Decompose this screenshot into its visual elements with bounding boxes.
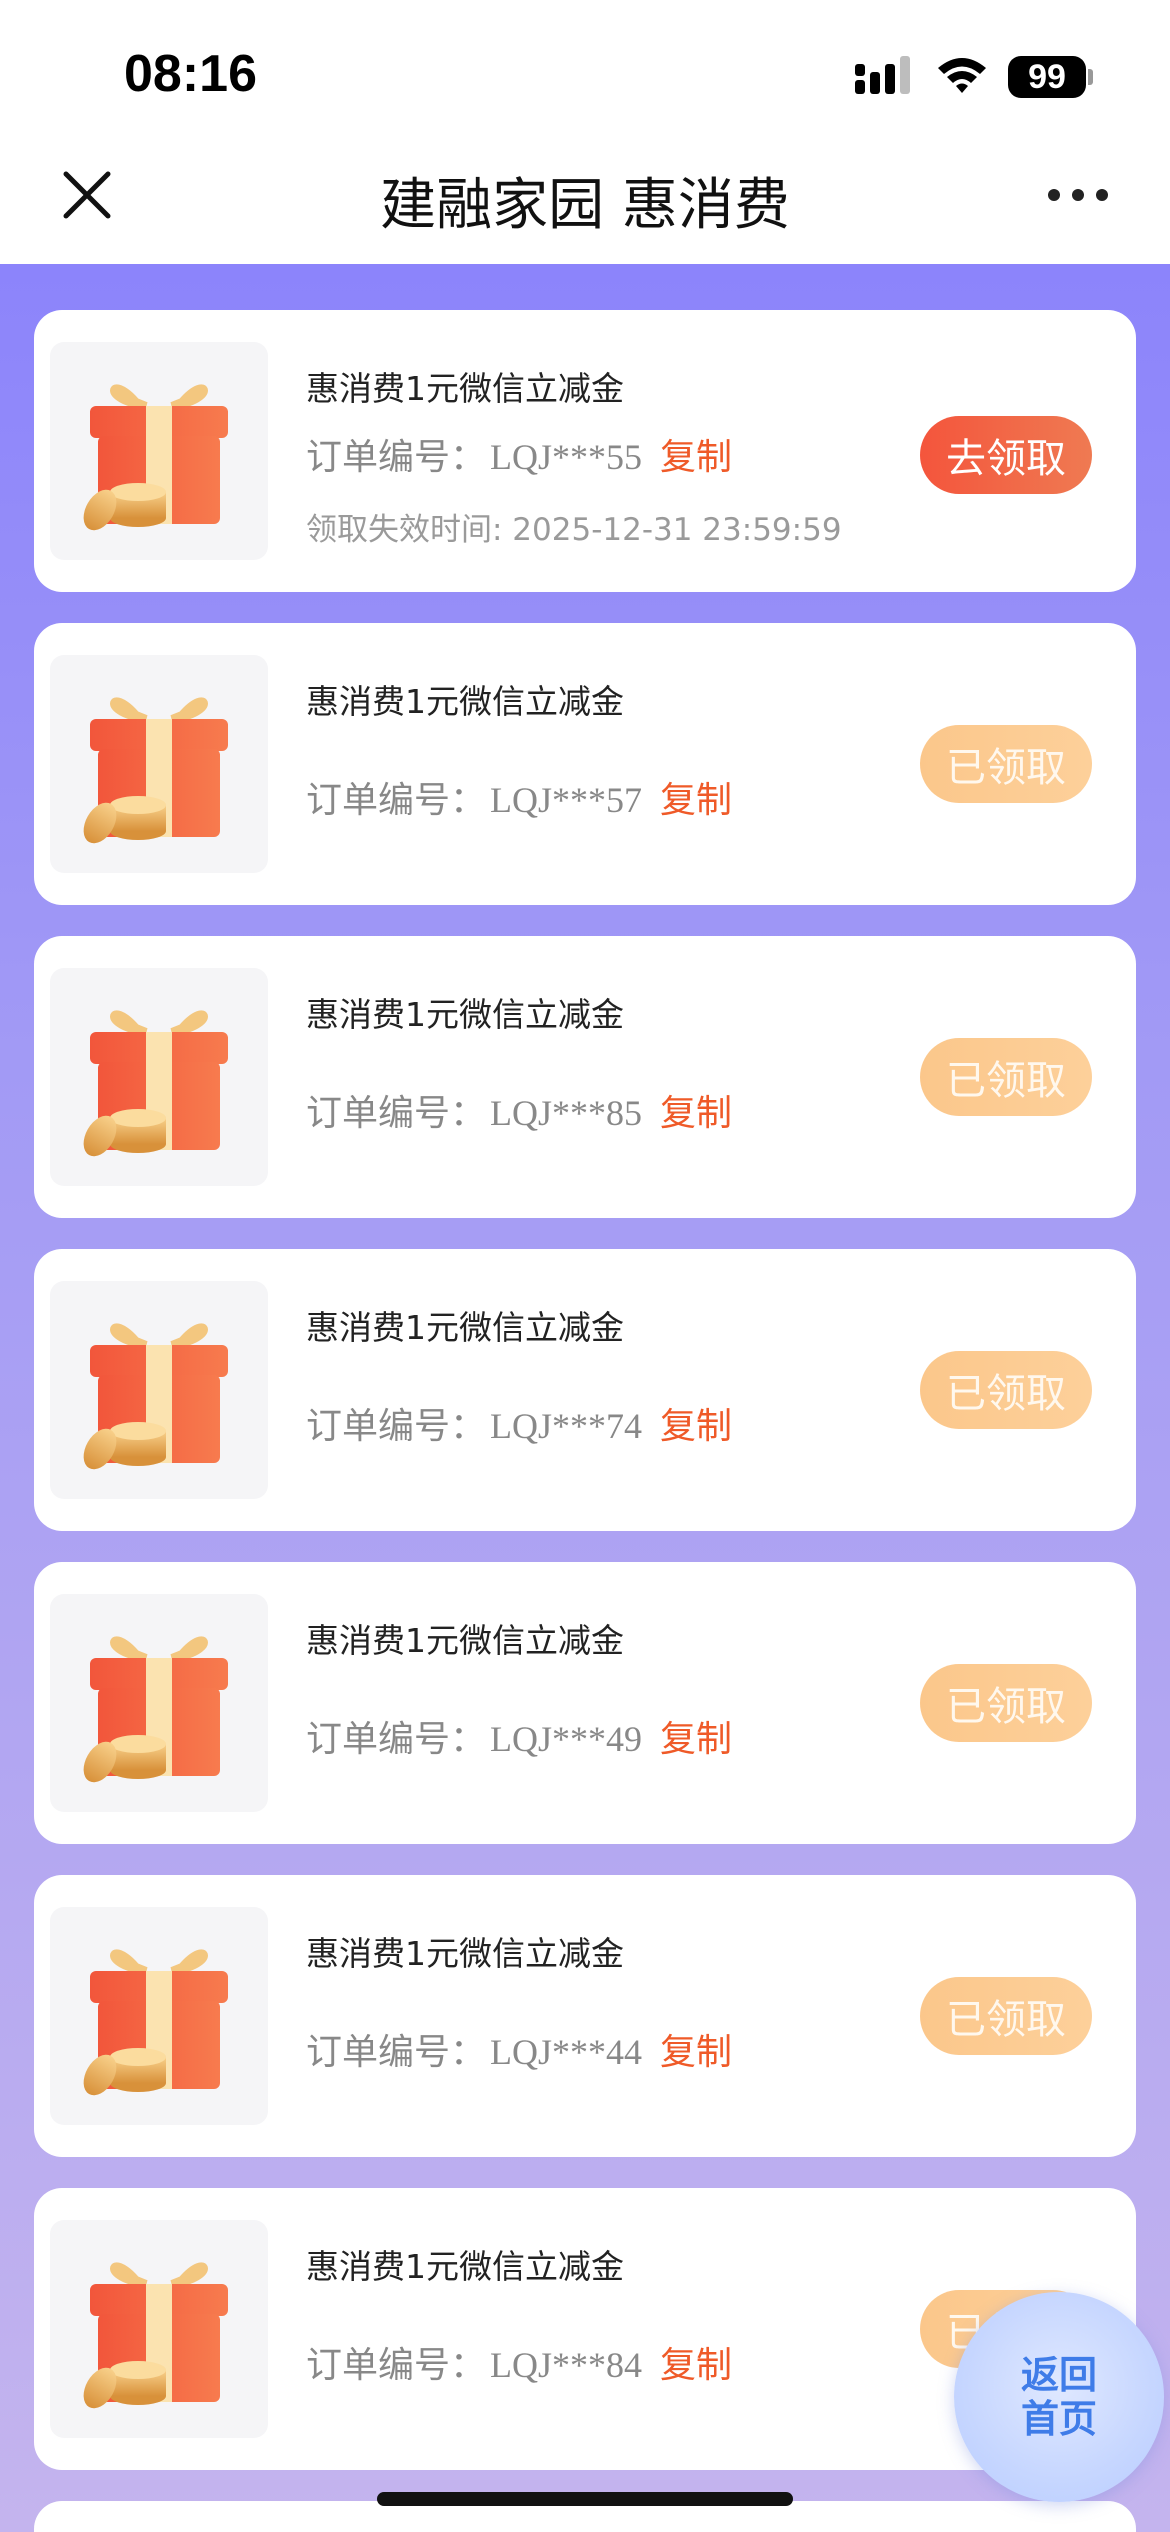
order-number-row: 订单编号： LQJ***85 复制 (306, 1084, 732, 1136)
coupon-title: 惠消费1元微信立减金 (306, 369, 624, 408)
order-number-label: 订单编号： (306, 437, 487, 478)
order-number-row: 订单编号： LQJ***49 复制 (306, 1710, 732, 1762)
coupon-card: 惠消费1元微信立减金 订单编号： LQJ***57 复制 已领取 (34, 623, 1136, 905)
back-home-line2: 首页 (1020, 2397, 1097, 2441)
order-number-row: 订单编号： LQJ***57 复制 (306, 771, 732, 823)
back-home-line1: 返回 (1020, 2353, 1097, 2397)
copy-order-button[interactable]: 复制 (660, 437, 732, 478)
copy-order-button[interactable]: 复制 (660, 1406, 732, 1447)
status-time: 08:16 (124, 45, 257, 103)
claimed-button[interactable]: 已领取 (920, 1664, 1092, 1742)
coupon-title: 惠消费1元微信立减金 (306, 1621, 624, 1660)
gift-coins-icon (50, 342, 268, 560)
order-number-label: 订单编号： (306, 2032, 487, 2073)
claim-button[interactable]: 去领取 (920, 416, 1092, 494)
expire-time: 领取失效时间: 2025-12-31 23:59:59 (306, 512, 842, 548)
order-number-row: 订单编号： LQJ***55 复制 (306, 428, 732, 480)
order-number-value: LQJ***49 (490, 1719, 643, 1759)
coupon-title: 惠消费1元微信立减金 (306, 1308, 624, 1347)
claimed-button[interactable]: 已领取 (920, 1977, 1092, 2055)
status-bar: 08:16 99 (0, 0, 1170, 140)
order-number-value: LQJ***85 (490, 1093, 643, 1133)
gift-coins-icon (50, 2220, 268, 2438)
order-number-row: 订单编号： LQJ***84 复制 (306, 2336, 732, 2388)
gift-coins-icon (50, 655, 268, 873)
order-number-label: 订单编号： (306, 1406, 487, 1447)
gift-coins-icon (50, 1907, 268, 2125)
copy-order-button[interactable]: 复制 (660, 1093, 732, 1134)
back-home-button[interactable]: 返回 首页 (954, 2292, 1164, 2502)
order-number-value: LQJ***44 (490, 2032, 643, 2072)
gift-coins-icon (50, 1281, 268, 1499)
coupon-card: 惠消费1元微信立减金 订单编号： LQJ***49 复制 已领取 (34, 1562, 1136, 1844)
order-number-label: 订单编号： (306, 2345, 487, 2386)
order-number-value: LQJ***84 (490, 2345, 643, 2385)
order-number-row: 订单编号： LQJ***74 复制 (306, 1397, 732, 1449)
order-number-value: LQJ***57 (490, 780, 643, 820)
battery-indicator: 99 (1008, 56, 1086, 98)
coupon-title: 惠消费1元微信立减金 (306, 2247, 624, 2286)
home-indicator (377, 2492, 793, 2506)
gift-coins-icon (50, 1594, 268, 1812)
coupon-card: 惠消费1元微信立减金 订单编号： LQJ***44 复制 已领取 (34, 1875, 1136, 2157)
order-number-label: 订单编号： (306, 1093, 487, 1134)
more-icon[interactable] (1048, 180, 1108, 210)
order-number-label: 订单编号： (306, 1719, 487, 1760)
copy-order-button[interactable]: 复制 (660, 2345, 732, 2386)
coupon-title: 惠消费1元微信立减金 (306, 995, 624, 1034)
claimed-button[interactable]: 已领取 (920, 1351, 1092, 1429)
coupon-card: 惠消费1元微信立减金 订单编号： LQJ***74 复制 已领取 (34, 1249, 1136, 1531)
claimed-button[interactable]: 已领取 (920, 1038, 1092, 1116)
order-number-label: 订单编号： (306, 780, 487, 821)
gift-coins-icon (50, 968, 268, 1186)
coupon-title: 惠消费1元微信立减金 (306, 1934, 624, 1973)
page-title: 建融家园 惠消费 (380, 173, 790, 238)
copy-order-button[interactable]: 复制 (660, 1719, 732, 1760)
order-number-value: LQJ***55 (490, 437, 643, 477)
wifi-icon (938, 58, 986, 93)
coupon-card: 惠消费1元微信立减金 订单编号： LQJ***55 复制领取失效时间: 2025-12… (34, 310, 1136, 592)
coupon-title: 惠消费1元微信立减金 (306, 682, 624, 721)
copy-order-button[interactable]: 复制 (660, 2032, 732, 2073)
order-number-row: 订单编号： LQJ***44 复制 (306, 2023, 732, 2075)
cellular-signal-icon (855, 56, 910, 94)
battery-tip (1088, 69, 1093, 85)
claimed-button[interactable]: 已领取 (920, 725, 1092, 803)
order-number-value: LQJ***74 (490, 1406, 643, 1446)
coupon-card: 惠消费1元微信立减金 订单编号： LQJ***85 复制 已领取 (34, 936, 1136, 1218)
copy-order-button[interactable]: 复制 (660, 780, 732, 821)
